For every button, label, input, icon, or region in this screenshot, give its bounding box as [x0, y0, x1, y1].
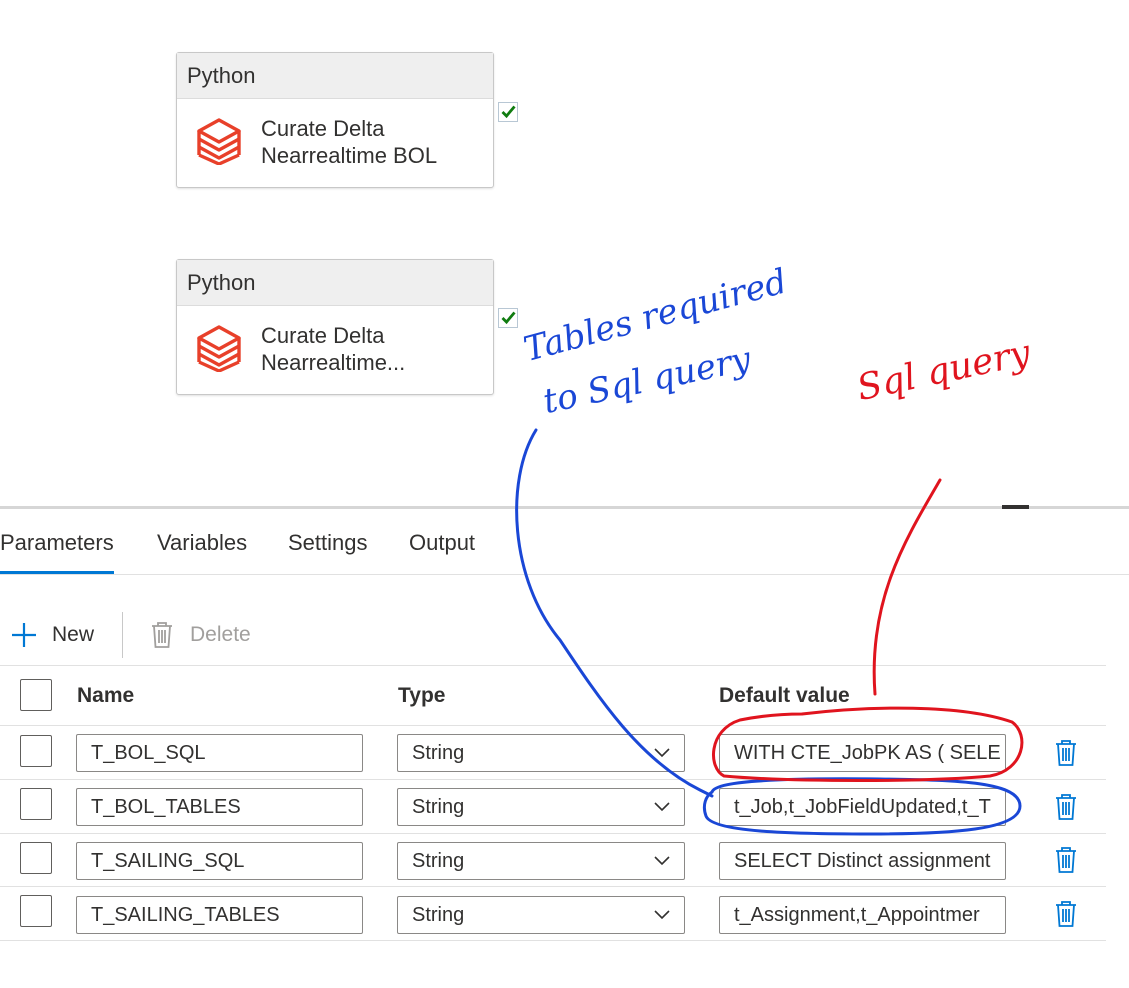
table-divider	[0, 779, 1106, 780]
param-type-select[interactable]: String	[397, 842, 685, 880]
delete-button-label: Delete	[190, 623, 251, 646]
param-default-input[interactable]: SELECT Distinct assignment	[719, 842, 1006, 880]
blue-annotation-text: Tables required	[519, 261, 792, 370]
activity-type-label: Python	[177, 260, 493, 306]
param-type-select[interactable]: String	[397, 896, 685, 934]
minimize-icon[interactable]	[1002, 505, 1029, 509]
param-type-value: String	[412, 850, 465, 872]
column-header-default: Default value	[719, 684, 850, 707]
activity-name: Curate Delta Nearrealtime BOL	[261, 116, 438, 168]
databricks-icon	[197, 118, 241, 165]
table-divider	[0, 725, 1106, 726]
chevron-down-icon	[654, 910, 670, 920]
param-name-input[interactable]: T_BOL_SQL	[76, 734, 363, 772]
panel-splitter[interactable]	[0, 506, 1129, 509]
chevron-down-icon	[654, 856, 670, 866]
column-header-type: Type	[398, 684, 446, 707]
param-type-value: String	[412, 796, 465, 818]
red-annotation-text: Sql query	[853, 332, 1034, 409]
row-checkbox[interactable]	[20, 735, 52, 767]
table-divider	[0, 940, 1106, 941]
param-default-input[interactable]: t_Assignment,t_Appointmer	[719, 896, 1006, 934]
activity-type-label: Python	[177, 53, 493, 99]
chevron-down-icon	[654, 802, 670, 812]
param-type-select[interactable]: String	[397, 788, 685, 826]
annotation-layer	[515, 428, 1024, 836]
delete-button[interactable]: Delete	[150, 618, 251, 652]
row-checkbox[interactable]	[20, 788, 52, 820]
row-checkbox[interactable]	[20, 842, 52, 874]
select-all-checkbox[interactable]	[20, 679, 52, 711]
tab-output[interactable]: Output	[409, 530, 475, 556]
trash-icon[interactable]	[1054, 739, 1078, 767]
red-annotation-arrow	[872, 478, 942, 696]
param-name-input[interactable]: T_SAILING_TABLES	[76, 896, 363, 934]
plus-icon	[12, 623, 36, 647]
table-divider	[0, 886, 1106, 887]
trash-icon[interactable]	[1054, 846, 1078, 874]
column-header-name: Name	[77, 684, 135, 707]
table-divider	[0, 833, 1106, 834]
checkmark-icon[interactable]	[498, 102, 518, 122]
activity-card[interactable]: Python Curate Delta Nearrealtime...	[176, 259, 494, 395]
chevron-down-icon	[654, 748, 670, 758]
new-button[interactable]: New	[10, 618, 94, 652]
new-button-label: New	[52, 623, 95, 646]
row-checkbox[interactable]	[20, 895, 52, 927]
trash-icon[interactable]	[1054, 900, 1078, 928]
tab-parameters[interactable]: Parameters	[0, 530, 114, 575]
activity-name: Curate Delta Nearrealtime...	[261, 323, 406, 375]
param-default-input[interactable]: t_Job,t_JobFieldUpdated,t_T	[719, 788, 1006, 826]
param-type-select[interactable]: String	[397, 734, 685, 772]
tab-variables[interactable]: Variables	[157, 530, 247, 556]
param-name-input[interactable]: T_BOL_TABLES	[76, 788, 363, 826]
param-default-input[interactable]: WITH CTE_JobPK AS ( SELE	[719, 734, 1006, 772]
databricks-icon	[197, 325, 241, 372]
table-divider	[0, 665, 1106, 666]
tab-settings[interactable]: Settings	[288, 530, 368, 556]
trash-icon	[152, 622, 172, 648]
trash-icon[interactable]	[1054, 793, 1078, 821]
param-type-value: String	[412, 742, 465, 764]
activity-card[interactable]: Python Curate Delta Nearrealtime BOL	[176, 52, 494, 188]
tabs-divider	[0, 574, 1129, 575]
checkmark-icon[interactable]	[498, 308, 518, 328]
param-name-input[interactable]: T_SAILING_SQL	[76, 842, 363, 880]
param-type-value: String	[412, 904, 465, 926]
toolbar-divider	[122, 612, 123, 658]
